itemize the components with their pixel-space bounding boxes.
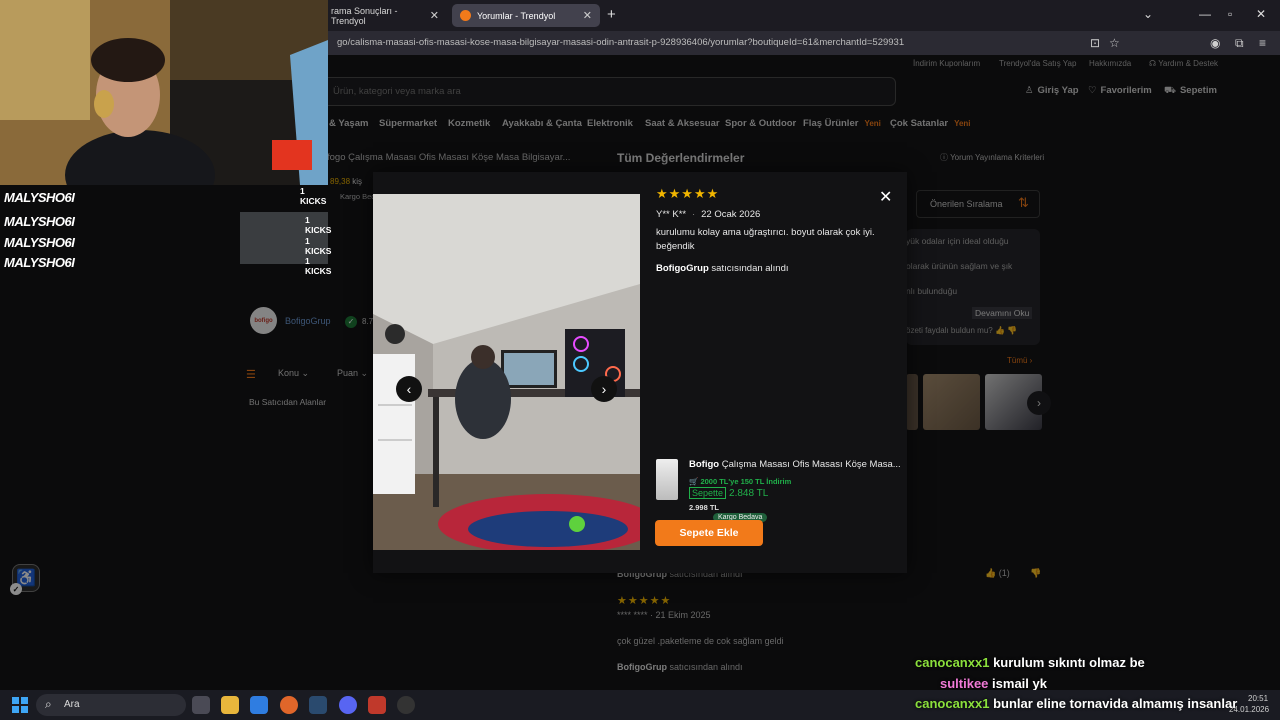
chevron-right-icon[interactable]: › (591, 376, 617, 402)
alert-username: MALYSHO6I (4, 214, 75, 229)
alert-kicks: 1 KICKS (305, 236, 332, 256)
product-thumbnail[interactable] (656, 459, 678, 500)
seller-text: satıcısından alındı (711, 263, 789, 274)
url-text[interactable]: go/calisma-masasi-ofis-masasi-kose-masa-… (337, 37, 904, 48)
discord-icon[interactable] (339, 696, 357, 714)
search-icon: ⌕ (45, 697, 52, 711)
chat-user: canocanxx1 (915, 696, 990, 711)
review-meta: Y** K** · 22 Ocak 2026 (656, 209, 761, 220)
chat-text: bunlar eline tornavida almamış insanlar (993, 696, 1238, 711)
chat-message: canocanxx1 kurulum sıkıntı olmaz be (915, 655, 1145, 670)
maximize-icon[interactable]: ▫ (1228, 7, 1232, 21)
chat-user: canocanxx1 (915, 655, 990, 670)
add-to-cart-button[interactable]: Sepete Ekle (655, 520, 763, 546)
review-text: kurulumu kolay ama uğraştırıcı. boyut ol… (656, 227, 875, 252)
basket-price: Sepette 2.848 TL (689, 487, 769, 499)
close-icon[interactable]: ✕ (583, 9, 592, 22)
reader-icon[interactable]: ⊡ (1090, 36, 1100, 50)
review-seller-line: BofigoGrup satıcısından alındı (656, 263, 789, 274)
alert-username: MALYSHO6I (4, 190, 75, 205)
seller-name[interactable]: BofigoGrup (656, 263, 709, 274)
close-window-icon[interactable]: ✕ (1256, 7, 1266, 21)
chat-message: sultikee ismail yk (940, 676, 1047, 691)
account-icon[interactable]: ◉ (1210, 36, 1220, 50)
review-date: 22 Ocak 2026 (701, 209, 761, 220)
review-photo (373, 194, 640, 550)
tab-reviews[interactable]: Yorumlar - Trendyol ✕ (452, 4, 600, 27)
firefox-icon[interactable] (280, 696, 298, 714)
chat-text: kurulum sıkıntı olmaz be (993, 655, 1145, 670)
extensions-icon[interactable]: ⧉ (1235, 36, 1244, 51)
sepette-label: Sepette (689, 487, 727, 499)
task-view-icon[interactable] (192, 696, 210, 714)
chat-text: ismail yk (992, 676, 1047, 691)
alert-kicks: 1 KICKS (305, 256, 332, 276)
product-brand: Bofigo (689, 459, 720, 470)
taskbar-search[interactable]: ⌕ Ara (36, 694, 186, 716)
alert-username: MALYSHO6I (4, 255, 75, 270)
tab-search-results[interactable]: rama Sonuçları - Trendyol ✕ (323, 4, 447, 27)
windows-start-icon[interactable] (12, 697, 28, 713)
chat-user: sultikee (940, 676, 989, 691)
product-name: Çalışma Masası Ofis Masası Köşe Masa... (721, 459, 901, 470)
bookmark-star-icon[interactable]: ☆ (1109, 36, 1120, 50)
store-icon[interactable] (250, 696, 268, 714)
obs-icon[interactable] (397, 696, 415, 714)
kick-alerts-overlay: MALYSHO6I 1 KICKS MALYSHO6I 1 KICKS MALY… (0, 186, 332, 282)
reviewer-name: Y** K** (656, 209, 687, 220)
alert-kicks: 1 KICKS (300, 186, 327, 206)
product-title[interactable]: Bofigo Çalışma Masası Ofis Masası Köşe M… (689, 459, 901, 470)
tab-label: rama Sonuçları - Trendyol (331, 5, 398, 26)
discount-text: 2000 TL'ye 150 TL İndirim (700, 477, 792, 486)
trendyol-favicon-icon (460, 10, 471, 21)
webcam-overlay (0, 0, 328, 185)
minimize-icon[interactable]: — (1199, 7, 1211, 21)
close-icon[interactable]: ✕ (879, 187, 892, 207)
review-photo-modal: ‹ › ★★★★★ ✕ Y** K** · 22 Ocak 2026 kurulum… (373, 172, 907, 573)
chevron-left-icon[interactable]: ‹ (396, 376, 422, 402)
old-price: 2.998 TL (689, 503, 720, 512)
close-icon[interactable]: ✕ (430, 9, 439, 22)
discount-label: 🛒 2000 TL'ye 150 TL İndirim (689, 477, 792, 486)
tab-list-icon[interactable]: ⌄ (1143, 7, 1153, 21)
chat-message: canocanxx1 bunlar eline tornavida almamı… (915, 696, 1237, 711)
new-tab-button[interactable]: + (607, 6, 616, 23)
file-explorer-icon[interactable] (221, 696, 239, 714)
clock-time[interactable]: 20:51 (1248, 694, 1268, 703)
price: 2.848 TL (729, 488, 769, 499)
star-rating-icon: ★★★★★ (656, 186, 720, 201)
app-icon[interactable] (368, 696, 386, 714)
steam-icon[interactable] (309, 696, 327, 714)
alert-username: MALYSHO6I (4, 235, 75, 250)
menu-icon[interactable]: ≡ (1259, 36, 1266, 50)
alert-kicks: 1 KICKS (305, 215, 332, 235)
taskbar-search-label: Ara (64, 699, 80, 710)
tab-label: Yorumlar - Trendyol (477, 10, 556, 21)
